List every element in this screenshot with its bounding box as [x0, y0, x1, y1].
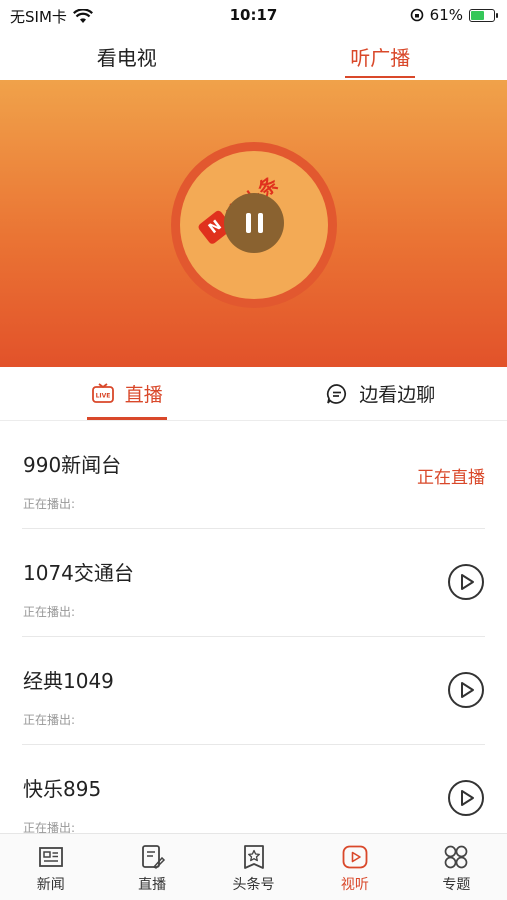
- nav-topics-label: 专题: [442, 877, 471, 893]
- grid-apps-icon: [444, 845, 468, 869]
- svg-text:LIVE: LIVE: [95, 392, 110, 399]
- play-circle-icon[interactable]: [447, 671, 485, 709]
- status-right: 61%: [410, 6, 498, 24]
- nav-topics[interactable]: 专题: [406, 834, 507, 900]
- station-name: 快乐895: [23, 777, 102, 801]
- pause-icon: [245, 213, 251, 233]
- station-name: 1074交通台: [23, 561, 134, 585]
- player-hero: N 宁头条: [0, 80, 507, 367]
- tab-listen-radio[interactable]: 听广播: [254, 32, 507, 80]
- status-bar: 无SIM卡 10:17 61%: [0, 0, 507, 32]
- battery-icon: [469, 8, 498, 22]
- pause-button[interactable]: [224, 193, 284, 253]
- nav-news[interactable]: 新闻: [0, 834, 101, 900]
- station-row[interactable]: 990新闻台 正在播出: 正在直播: [22, 421, 485, 529]
- station-name: 经典1049: [23, 669, 114, 693]
- tab-watch-tv[interactable]: 看电视: [0, 32, 254, 80]
- nav-live[interactable]: 直播: [101, 834, 202, 900]
- nav-headline-account-label: 头条号: [232, 877, 275, 893]
- tab-chat-label: 边看边聊: [359, 384, 436, 406]
- tab-chat[interactable]: 边看边聊: [254, 367, 507, 420]
- tab-live[interactable]: LIVE 直播: [0, 367, 254, 420]
- now-playing-label: 正在播出:: [23, 713, 76, 727]
- battery-fill: [471, 10, 484, 20]
- live-status-label: 正在直播: [417, 468, 485, 488]
- live-tv-icon: LIVE: [91, 382, 114, 403]
- play-video-icon: [342, 845, 368, 869]
- battery-percent: 61%: [429, 6, 463, 24]
- nav-live-label: 直播: [138, 877, 167, 893]
- station-name: 990新闻台: [23, 453, 122, 477]
- nav-audio-video[interactable]: 视听: [304, 834, 405, 900]
- tab-live-label: 直播: [124, 384, 163, 406]
- station-row[interactable]: 快乐895 正在播出:: [22, 745, 485, 833]
- top-tabs: 看电视 听广播: [0, 32, 507, 80]
- now-playing-label: 正在播出:: [23, 497, 76, 511]
- bottom-nav: 新闻 直播 头条号 视听 专题: [0, 833, 507, 900]
- nav-headline-account[interactable]: 头条号: [203, 834, 304, 900]
- live-doc-icon: [142, 845, 166, 869]
- chat-bubble-icon: [327, 383, 347, 404]
- star-bookmark-icon: [243, 845, 264, 869]
- station-row[interactable]: 1074交通台 正在播出:: [22, 529, 485, 637]
- station-list: 990新闻台 正在播出: 正在直播 1074交通台 正在播出: 经典1049 正…: [0, 421, 507, 833]
- station-row[interactable]: 经典1049 正在播出:: [22, 637, 485, 745]
- sub-tabs: LIVE 直播 边看边聊: [0, 367, 507, 421]
- play-circle-icon[interactable]: [447, 563, 485, 601]
- play-circle-icon[interactable]: [447, 779, 485, 817]
- now-playing-label: 正在播出:: [23, 821, 76, 833]
- nav-news-label: 新闻: [36, 877, 65, 893]
- newspaper-icon: [38, 847, 63, 867]
- now-playing-label: 正在播出:: [23, 605, 76, 619]
- nav-audio-video-label: 视听: [340, 877, 369, 893]
- rotation-lock-icon: [410, 8, 423, 22]
